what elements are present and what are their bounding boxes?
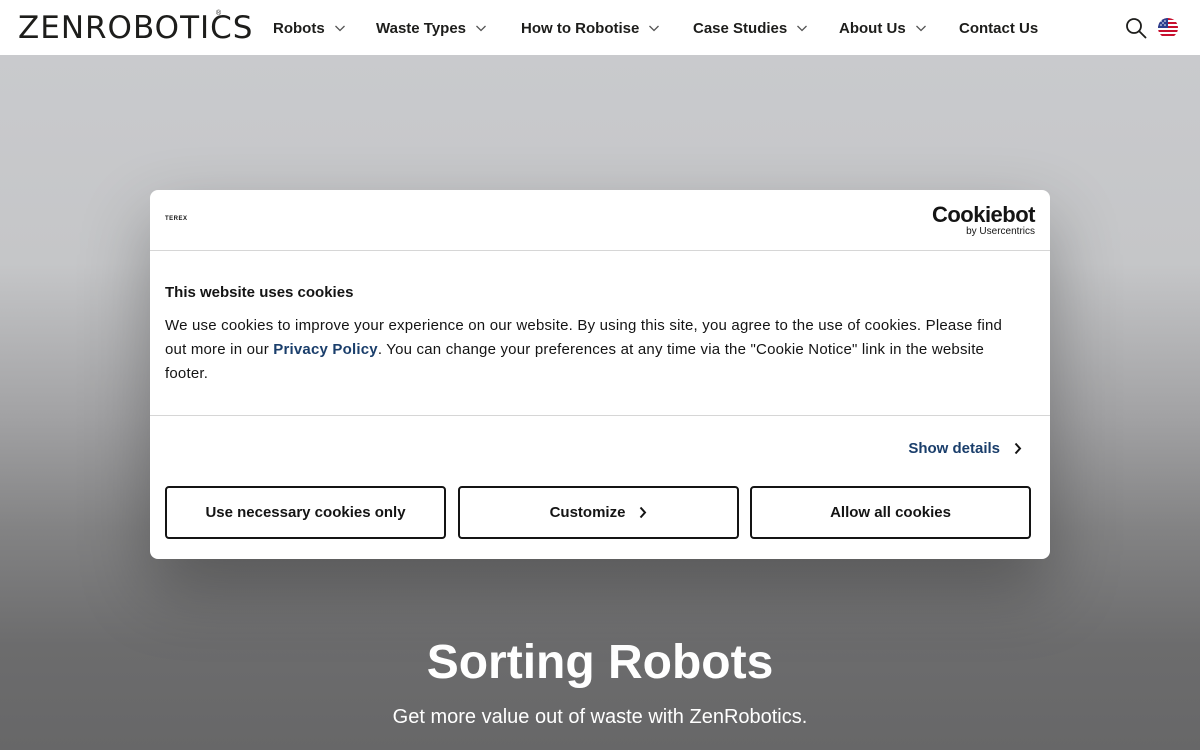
nav-item-label: How to Robotise: [521, 19, 640, 37]
show-details-link[interactable]: Show details: [908, 440, 1022, 457]
chevron-down-icon: [649, 25, 660, 32]
nav-item-label: Case Studies: [693, 19, 788, 37]
dialog-body: We use cookies to improve your experienc…: [165, 314, 1025, 386]
chevron-down-icon: [334, 25, 345, 32]
nav-item-label: About Us: [839, 19, 906, 37]
button-label: Use necessary cookies only: [205, 504, 406, 521]
nav-item-case-studies[interactable]: Case Studies: [693, 19, 808, 37]
show-details-label: Show details: [908, 440, 1000, 457]
cookie-consent-dialog: TEREX Cookiebot by Usercentrics This web…: [150, 190, 1050, 559]
nav-item-waste-types[interactable]: Waste Types: [376, 19, 487, 37]
terex-logo: TEREX: [165, 216, 188, 222]
nav-item-label: Robots: [273, 19, 325, 37]
chevron-down-icon: [476, 25, 486, 32]
chevron-right-icon: [1014, 442, 1022, 455]
button-label: Customize: [549, 504, 626, 521]
dialog-title: This website uses cookies: [165, 284, 354, 301]
divider: [150, 415, 1050, 416]
chevron-right-icon: [640, 506, 647, 519]
allow-all-cookies-button[interactable]: Allow all cookies: [750, 486, 1031, 539]
chevron-down-icon: [915, 25, 926, 32]
nav-item-how-to-robotise[interactable]: How to Robotise: [521, 19, 660, 37]
nav-item-robots[interactable]: Robots: [273, 19, 346, 37]
customize-button[interactable]: Customize: [458, 486, 739, 539]
site-header: ZENROBOTICS ® Robots Waste Types How to …: [0, 0, 1200, 55]
button-label: Allow all cookies: [830, 504, 951, 521]
cookiebot-by: by Usercentrics: [966, 226, 1035, 237]
privacy-policy-link[interactable]: Privacy Policy: [273, 341, 378, 358]
dialog-header: TEREX Cookiebot by Usercentrics: [150, 190, 1050, 251]
search-icon[interactable]: [1125, 17, 1147, 39]
hero-subtitle: Get more value out of waste with ZenRobo…: [392, 706, 808, 728]
nav-item-about-us[interactable]: About Us: [839, 19, 927, 37]
nav-item-label: Waste Types: [376, 19, 467, 37]
chevron-down-icon: [797, 25, 808, 32]
cookiebot-name: Cookiebot: [931, 202, 1036, 227]
nav-item-label: Contact Us: [959, 19, 1039, 37]
us-flag-icon[interactable]: [1158, 18, 1178, 38]
hero-title: Sorting Robots: [426, 636, 774, 689]
cookiebot-logo[interactable]: Cookiebot by Usercentrics: [931, 202, 1036, 238]
nav-item-contact-us[interactable]: Contact Us: [959, 19, 1038, 37]
registered-mark: ®: [216, 10, 222, 17]
necessary-cookies-button[interactable]: Use necessary cookies only: [165, 486, 446, 539]
